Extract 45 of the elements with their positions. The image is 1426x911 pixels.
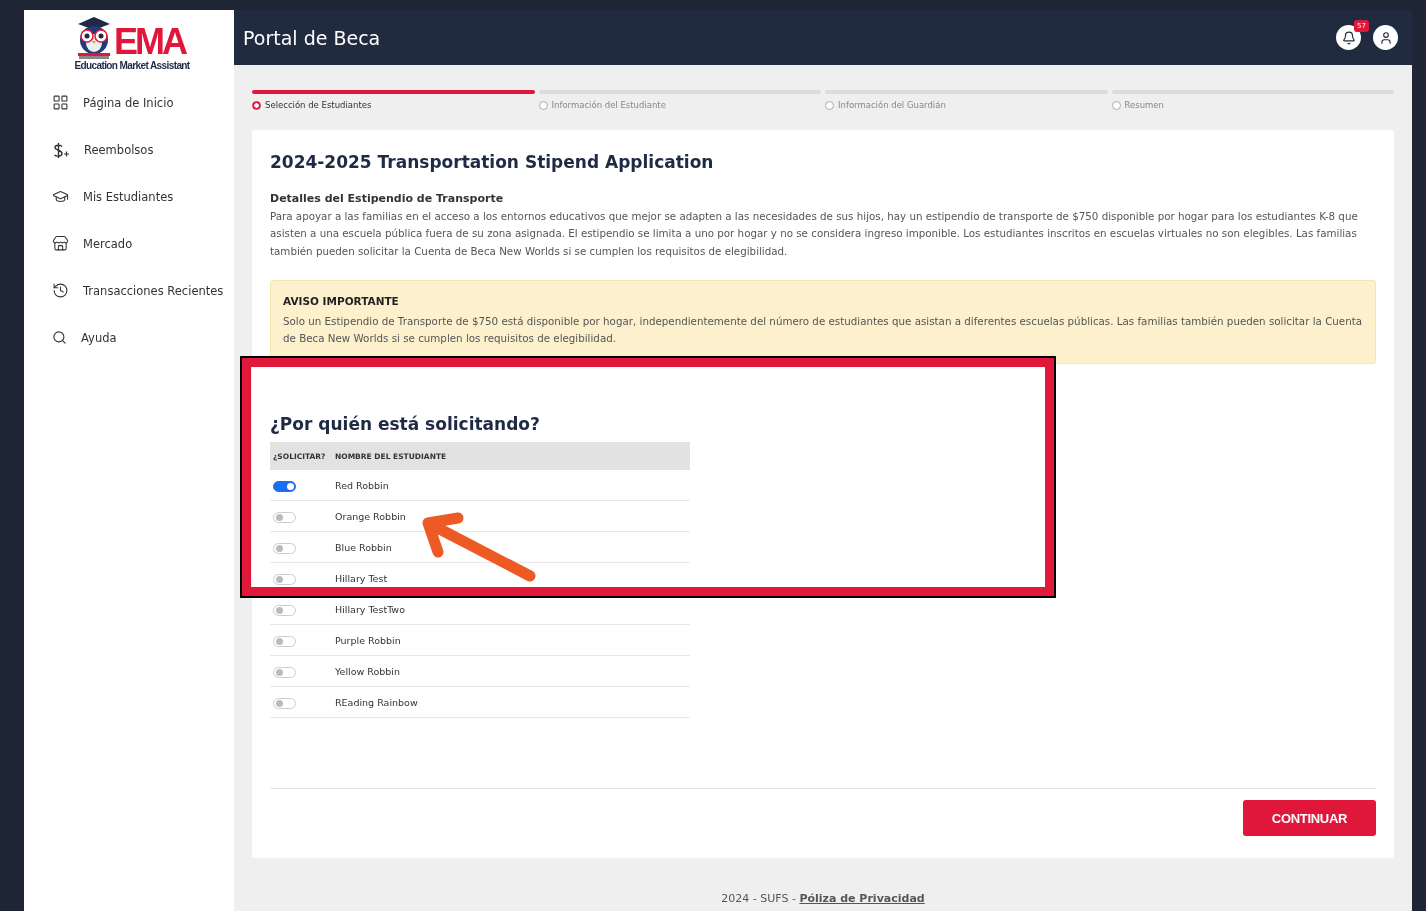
apply-toggle[interactable] [273,698,296,709]
student-name: Hillary Test [335,573,389,584]
details-text: Para apoyar a las familias en el acceso a los entornos educativos que mejor se adapten a las necesidades de sus hijos, hay un estipendio de transporte de $750 disponible por hogar para los estudiantes K-8 que asisten a una escuela pública fuera de su zona asignada. El estipendio se limita a uno por hogar y no se considera ingreso imponible. Los estudiantes inscritos en escuelas virtuales no son elegibles. Las familias también pueden solicitar la Cuenta de Beca New Worlds si se cumplen los requisitos de elegibilidad. [270,209,1359,259]
sidebar-item[interactable]: Reembolsos [24,126,234,173]
footer-text: 2024 - SUFS - [721,892,797,906]
money-plus-icon [52,140,70,159]
form-title: 2024-2025 Transportation Stipend Application [270,152,715,172]
sidebar-item[interactable]: Mercado [24,220,234,267]
graduation-cap-icon [52,188,69,205]
notice-title: AVISO IMPORTANTE [283,294,400,307]
grid-icon [52,94,69,111]
student-name: Blue Robbin [335,542,393,553]
profile-button[interactable] [1373,25,1398,50]
details-heading: Detalles del Estipendio de Transporte [270,192,505,205]
sidebar-item[interactable]: Ayuda [24,314,234,361]
student-name: Red Robbin [335,480,390,491]
user-icon [1378,30,1393,45]
apply-toggle[interactable] [273,543,296,554]
student-name: Orange Robbin [335,511,407,522]
bell-icon [1341,30,1356,45]
sidebar-item[interactable]: Transacciones Recientes [24,267,234,314]
continue-button[interactable]: CONTINUAR [1243,800,1376,837]
student-name: Purple Robbin [335,635,402,646]
question-heading: ¿Por quién está solicitando? [270,414,541,435]
sidebar-item[interactable]: Página de Inicio [24,79,234,126]
apply-toggle[interactable] [273,512,296,523]
notice-text: Solo un Estipendio de Transporte de $750 está disponible por hogar, independientemente del número de estudiantes que asistan a diferentes escuelas públicas. Las familias también pueden solicitar la Cuenta de Beca New Worlds si se cumplen los requisitos de elegibilidad. [283,313,1363,347]
logo-tagline: Education Market Assistant [74,60,190,71]
apply-toggle[interactable] [273,636,296,647]
sidebar-item[interactable]: Mis Estudiantes [24,173,234,220]
owl-logo-icon [76,16,112,60]
logo-wordmark: EMA [114,24,186,60]
history-icon [52,282,69,299]
apply-toggle[interactable] [273,605,296,616]
student-name: REading Rainbow [335,697,419,708]
student-name: Yellow Robbin [335,666,401,677]
search-icon [52,330,67,345]
student-name: Hillary TestTwo [335,604,406,615]
store-icon [52,235,69,252]
page-title: Portal de Beca [243,26,381,49]
apply-toggle[interactable] [273,667,296,678]
progress-step[interactable]: Selección de Estudiantes [252,90,535,110]
apply-toggle[interactable] [273,574,296,585]
apply-toggle[interactable] [273,481,296,492]
privacy-link[interactable]: Póliza de Privacidad [799,892,925,906]
